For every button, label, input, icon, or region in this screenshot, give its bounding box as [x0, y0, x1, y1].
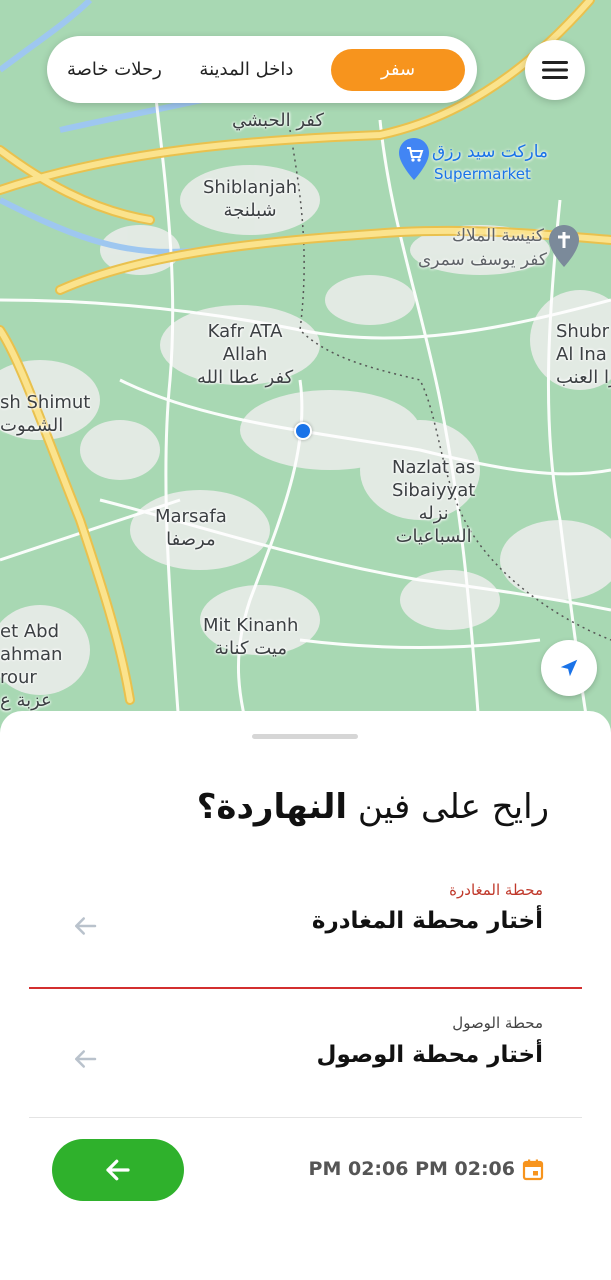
church-subtitle: كفر يوسف سمرى	[418, 250, 547, 270]
place-marsafa: Marsafa مرصفا	[155, 506, 227, 550]
place-kafr-habashi: كفر الحبشي	[232, 110, 324, 131]
market-name: ماركت سيد رزق	[432, 142, 548, 162]
map-view[interactable]: ماركت سيد رزق Supermarket كنيسة الملاك ك…	[0, 0, 611, 740]
tab-in-city[interactable]: داخل المدينة	[199, 59, 293, 80]
arrival-divider	[29, 1117, 582, 1118]
arrow-left-icon	[75, 1050, 97, 1068]
trip-bottom-sheet: رايح على فين النهاردة؟ محطة المغادرة أخت…	[0, 711, 611, 1280]
cross-pin-icon[interactable]	[549, 225, 579, 267]
destination-question: رايح على فين النهاردة؟	[196, 787, 549, 827]
departure-label: محطة المغادرة	[449, 881, 543, 899]
arrow-left-icon	[75, 917, 97, 935]
arrow-left-icon	[106, 1159, 130, 1181]
arrival-label: محطة الوصول	[452, 1014, 543, 1032]
place-mit-kinanh: Mit Kinanh ميت كنانة	[203, 615, 299, 659]
place-shubra: Shubr Al Ina را العنب	[556, 321, 611, 388]
tab-travel[interactable]: سفر	[331, 48, 465, 91]
arrival-placeholder: أختار محطة الوصول	[316, 1042, 543, 1068]
trip-type-tabs: رحلات خاصة داخل المدينة سفر	[47, 36, 477, 103]
shopping-cart-pin-icon[interactable]	[399, 138, 429, 180]
departure-placeholder: أختار محطة المغادرة	[311, 908, 543, 934]
confirm-trip-button[interactable]	[52, 1139, 184, 1201]
place-shiblanjah: Shiblanjah شبلنجة	[203, 177, 298, 221]
menu-button[interactable]	[525, 40, 585, 100]
calendar-icon[interactable]	[521, 1158, 545, 1182]
tab-private-trips[interactable]: رحلات خاصة	[67, 59, 162, 80]
navigation-arrow-icon	[560, 659, 578, 677]
my-location-button[interactable]	[541, 640, 597, 696]
menu-icon	[542, 61, 568, 79]
departure-underline	[29, 987, 582, 989]
time-range[interactable]: PM 02:06 PM 02:06	[309, 1158, 515, 1180]
market-type: Supermarket	[434, 165, 531, 183]
sheet-drag-handle[interactable]	[252, 734, 358, 739]
place-shimut: sh Shimut الشموت	[0, 392, 91, 436]
place-kafr-ata-allah: Kafr ATA Allah كفر عطا الله	[197, 321, 294, 388]
current-location-dot	[294, 422, 312, 440]
church-name: كنيسة الملاك	[452, 226, 544, 246]
place-nazlat-sibaiyyat: Nazlat as Sibaiyyat نزله السباعيات	[392, 457, 476, 547]
place-abd-rahman: et Abd ahman rour عزبة ع	[0, 621, 63, 711]
